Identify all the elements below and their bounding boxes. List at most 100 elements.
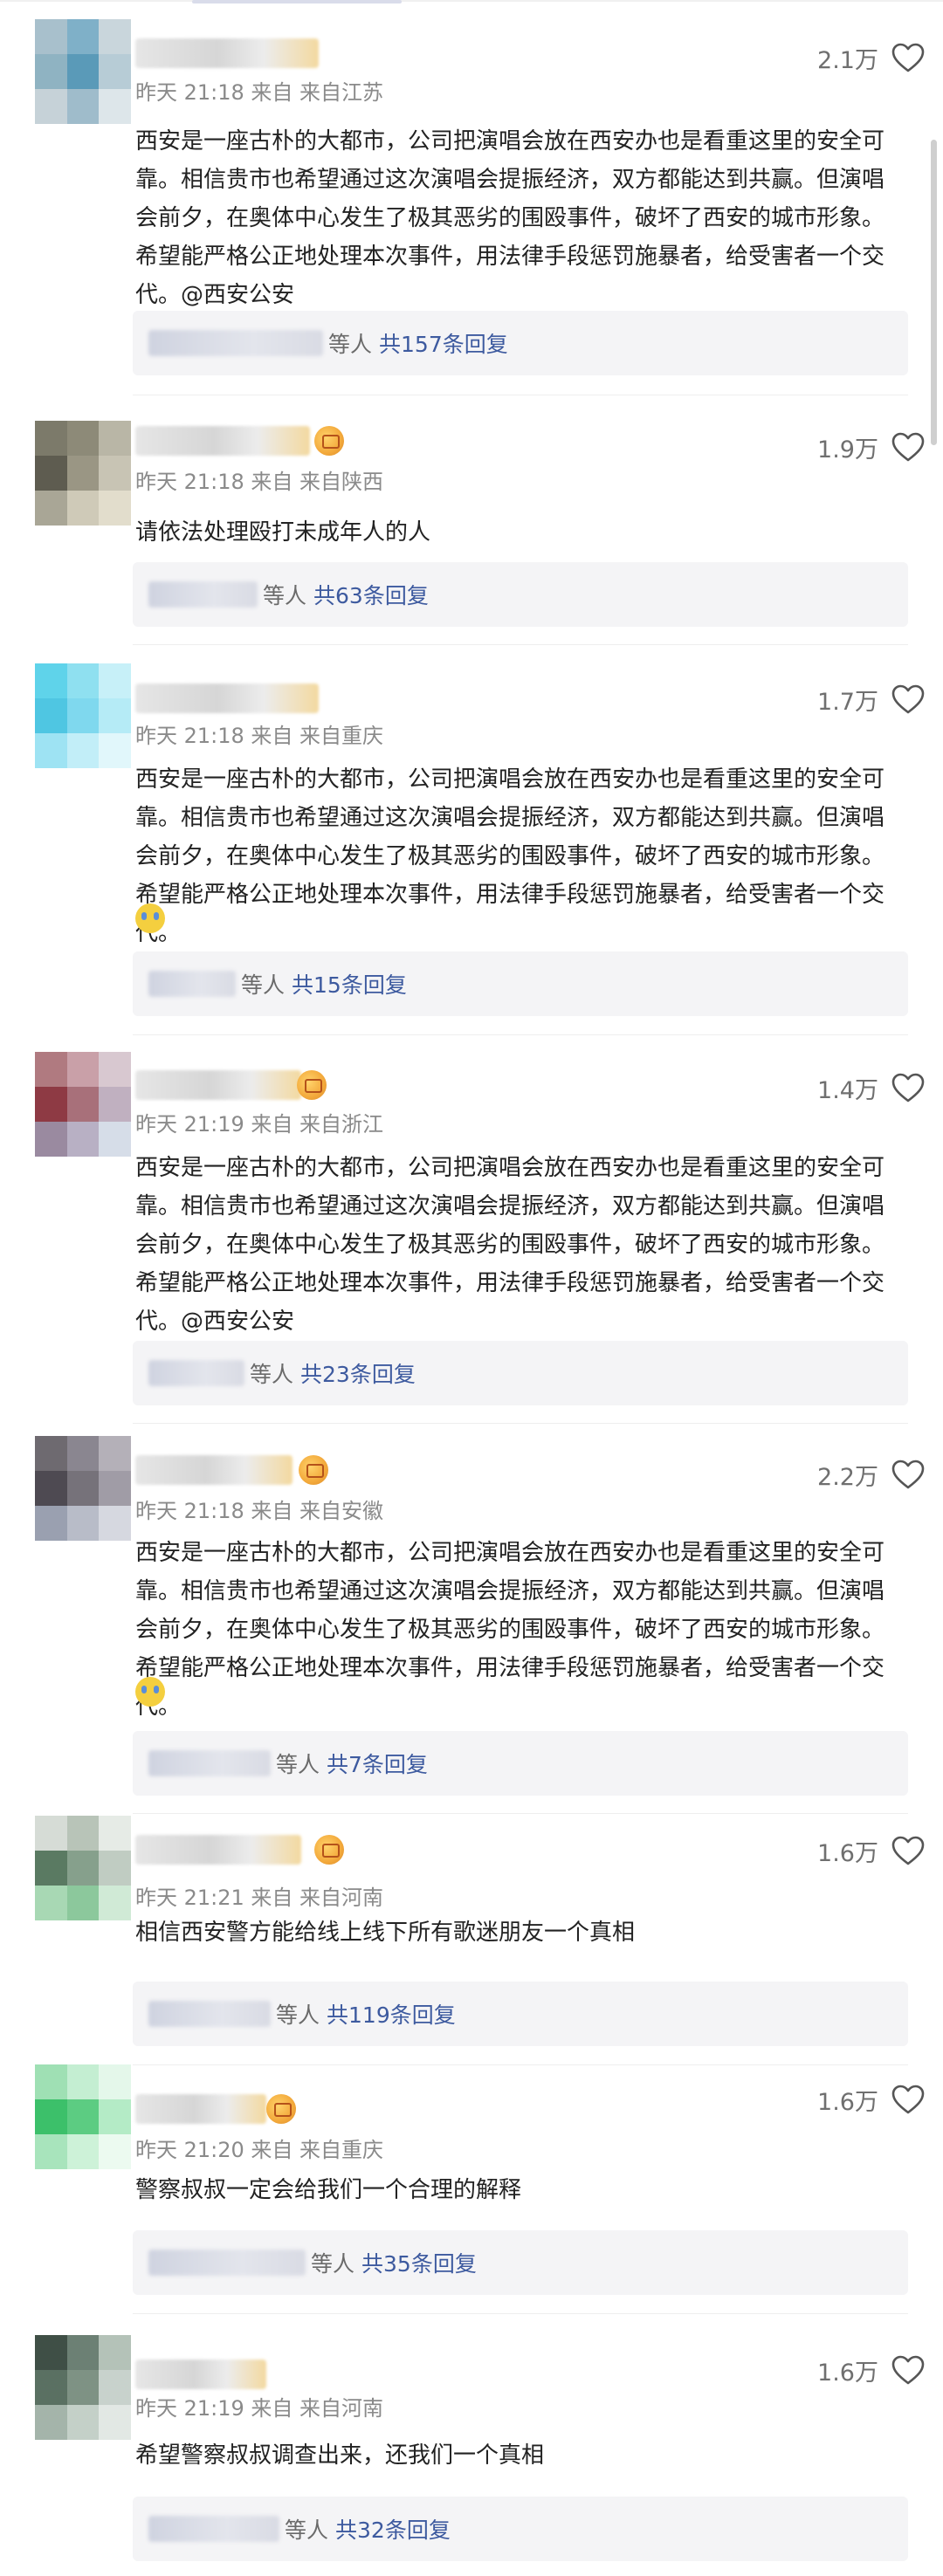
avatar-pixel <box>35 1087 67 1122</box>
reply-count[interactable]: 共119条回复 <box>327 1998 456 2030</box>
crying-emoji-icon <box>135 1677 165 1707</box>
avatar-pixel <box>35 733 67 768</box>
comment-meta: 昨天 21:19 来自 来自河南 <box>135 2396 384 2421</box>
avatar-pixel <box>66 456 100 491</box>
avatar-pixel <box>66 2370 100 2405</box>
comment-text: 相信西安警方能给线上线下所有歌迷朋友一个真相 <box>135 1920 636 1946</box>
top-tab-indicator <box>192 0 402 3</box>
reply-summary[interactable]: 等人 共32条回复 <box>133 2497 908 2561</box>
comment-text: 请依法处理殴打未成年人的人 <box>135 519 431 546</box>
crying-emoji-icon <box>135 903 165 933</box>
scrollbar[interactable] <box>931 140 937 445</box>
avatar-pixel <box>99 2064 131 2099</box>
avatar-pixel <box>35 1851 67 1886</box>
avatar-pixel <box>66 2064 100 2099</box>
avatar-pixel <box>66 1471 100 1506</box>
username-blurred[interactable] <box>135 2360 266 2389</box>
avatar-pixel <box>66 1122 100 1157</box>
avatar-pixel <box>66 2405 100 2440</box>
reply-summary[interactable]: 等人 共23条回复 <box>133 1341 908 1405</box>
username-blurred[interactable] <box>135 683 319 713</box>
like-button[interactable]: 2.1万 <box>768 37 926 79</box>
reply-summary[interactable]: 等人 共157条回复 <box>133 311 908 375</box>
heart-icon <box>891 2355 925 2385</box>
avatar[interactable] <box>35 1436 131 1541</box>
avatar-pixel <box>99 2099 131 2134</box>
reply-deng: 等人 <box>285 2518 329 2543</box>
avatar-pixel <box>35 421 67 456</box>
avatar-pixel <box>99 1436 131 1471</box>
avatar[interactable] <box>35 2064 131 2169</box>
reply-count[interactable]: 共15条回复 <box>292 968 407 999</box>
comment-text: 西安是一座古朴的大都市，公司把演唱会放在西安办也是看重这里的安全可靠。相信贵市也… <box>135 766 885 946</box>
like-button[interactable]: 1.6万 <box>768 2078 926 2120</box>
badge-icon <box>297 1070 327 1100</box>
username-blurred[interactable] <box>135 1835 301 1865</box>
username-blurred[interactable] <box>135 2094 266 2124</box>
comment-meta: 昨天 21:18 来自 来自江苏 <box>135 80 384 105</box>
reply-count[interactable]: 共32条回复 <box>335 2513 451 2545</box>
avatar[interactable] <box>35 2335 131 2440</box>
avatar-pixel <box>99 2134 131 2169</box>
avatar-pixel <box>35 89 67 124</box>
like-button[interactable]: 2.2万 <box>768 1453 926 1495</box>
avatar-pixel <box>99 1816 131 1851</box>
like-button[interactable]: 1.9万 <box>768 426 926 468</box>
divider <box>133 644 908 645</box>
avatar-pixel <box>66 1436 100 1471</box>
reply-summary[interactable]: 等人 共119条回复 <box>133 1982 908 2046</box>
reply-count[interactable]: 共157条回复 <box>379 327 508 359</box>
avatar-pixel <box>66 2335 100 2370</box>
comment-meta: 昨天 21:20 来自 来自重庆 <box>135 2138 384 2162</box>
like-button[interactable]: 1.4万 <box>768 1067 926 1109</box>
avatar-pixel <box>66 2134 100 2169</box>
comment-text: 西安是一座古朴的大都市，公司把演唱会放在西安办也是看重这里的安全可靠。相信贵市也… <box>135 128 885 308</box>
avatar-pixel <box>99 663 131 698</box>
username-blurred[interactable] <box>135 38 319 68</box>
reply-summary[interactable]: 等人 共7条回复 <box>133 1731 908 1796</box>
like-count: 1.6万 <box>817 1839 878 1867</box>
like-button[interactable]: 1.6万 <box>768 2349 926 2391</box>
avatar-pixel <box>66 663 100 698</box>
avatar-pixel <box>66 698 100 733</box>
avatar-pixel <box>99 89 131 124</box>
badge-icon <box>314 426 344 456</box>
top-strip <box>0 0 943 5</box>
username-blurred[interactable] <box>135 1070 301 1100</box>
reply-count[interactable]: 共35条回复 <box>361 2247 477 2278</box>
avatar-pixel <box>66 89 100 124</box>
reply-count[interactable]: 共23条回复 <box>300 1357 416 1389</box>
heart-icon <box>891 1073 925 1103</box>
avatar-pixel <box>66 54 100 89</box>
avatar-pixel <box>99 19 131 54</box>
username-blurred[interactable] <box>135 1455 293 1485</box>
reply-summary[interactable]: 等人 共35条回复 <box>133 2230 908 2295</box>
like-button[interactable]: 1.6万 <box>768 1830 926 1872</box>
username-blurred[interactable] <box>135 426 310 456</box>
avatar[interactable] <box>35 1816 131 1920</box>
avatar-pixel <box>35 698 67 733</box>
like-count: 1.4万 <box>817 1076 878 1104</box>
reply-count[interactable]: 共7条回复 <box>327 1748 428 1779</box>
avatar[interactable] <box>35 19 131 124</box>
reply-count[interactable]: 共63条回复 <box>313 579 429 610</box>
divider <box>133 2313 908 2314</box>
avatar-pixel <box>35 1052 67 1087</box>
avatar[interactable] <box>35 1052 131 1157</box>
comment-meta: 昨天 21:18 来自 来自安徽 <box>135 1499 384 1523</box>
avatar[interactable] <box>35 663 131 768</box>
reply-summary[interactable]: 等人 共63条回复 <box>133 562 908 627</box>
avatar-pixel <box>35 2370 67 2405</box>
avatar-pixel <box>35 2335 67 2370</box>
like-button[interactable]: 1.7万 <box>768 678 926 720</box>
comment-text: 西安是一座古朴的大都市，公司把演唱会放在西安办也是看重这里的安全可靠。相信贵市也… <box>135 1540 885 1720</box>
reply-summary[interactable]: 等人 共15条回复 <box>133 951 908 1016</box>
comment-meta: 昨天 21:18 来自 来自重庆 <box>135 724 384 748</box>
replier-names-blurred <box>148 1360 244 1386</box>
avatar-pixel <box>66 1851 100 1886</box>
avatar[interactable] <box>35 421 131 526</box>
avatar-pixel <box>99 54 131 89</box>
comment-meta: 昨天 21:21 来自 来自河南 <box>135 1886 384 1910</box>
avatar-pixel <box>35 1886 67 1920</box>
top-divider <box>0 0 943 2</box>
